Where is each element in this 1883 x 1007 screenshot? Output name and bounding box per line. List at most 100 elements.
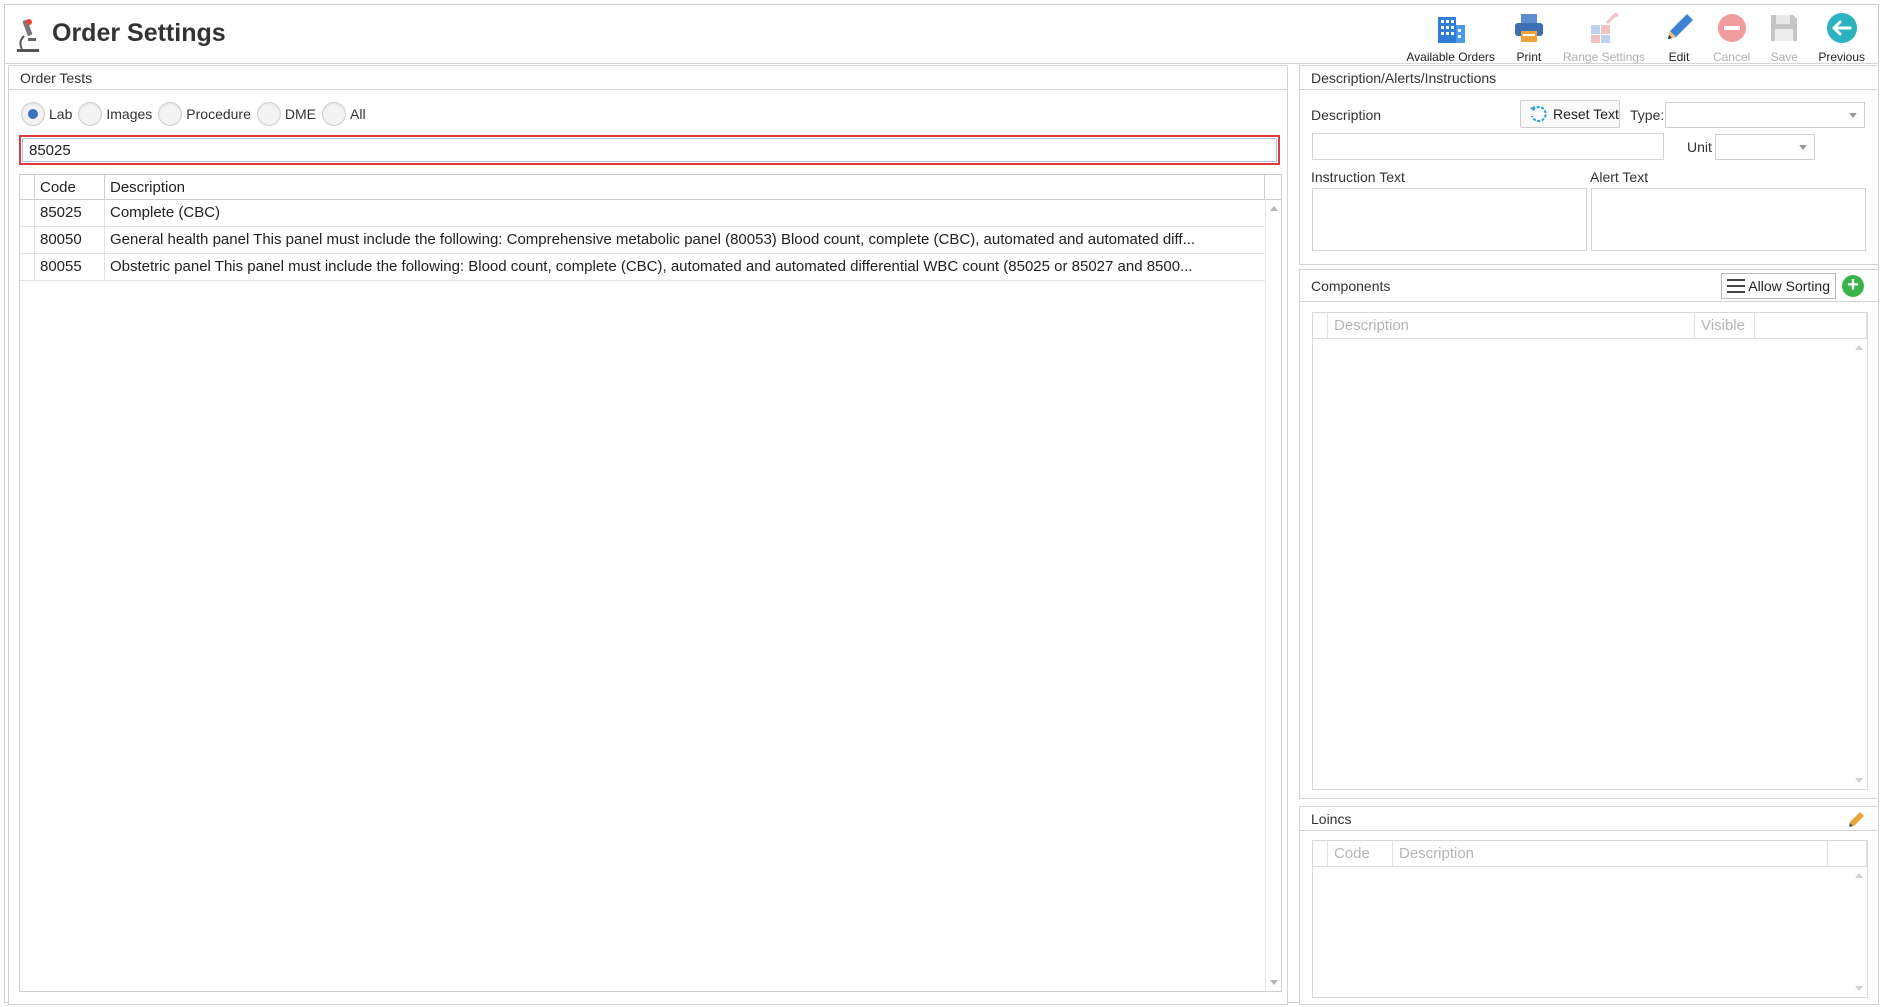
range-settings-label: Range Settings	[1562, 50, 1645, 64]
cell-code: 85025	[35, 200, 105, 226]
instruction-text-label: Instruction Text	[1311, 169, 1405, 185]
radio-dme[interactable]: DME	[256, 102, 316, 126]
column-header-description[interactable]: Description	[1393, 841, 1828, 866]
scroll-up-arrow[interactable]	[1855, 873, 1863, 878]
components-grid-header: Description Visible	[1313, 313, 1867, 339]
chevron-down-icon	[1849, 113, 1857, 118]
radio-indicator	[78, 102, 103, 126]
radio-label: All	[350, 106, 366, 122]
scroll-down-arrow[interactable]	[1855, 778, 1863, 783]
reset-icon	[1530, 106, 1547, 123]
row-indicator-header	[20, 175, 35, 199]
type-label: Type:	[1630, 107, 1665, 123]
cell-code: 80050	[35, 227, 105, 253]
radio-indicator	[21, 102, 45, 126]
radio-label: Procedure	[186, 106, 251, 122]
table-row[interactable]: 80055 Obstetric panel This panel must in…	[20, 254, 1265, 281]
radio-all[interactable]: All	[322, 102, 366, 126]
components-panel: Components Allow Sorting + Description V…	[1299, 269, 1879, 799]
floppy-icon	[1766, 10, 1802, 46]
row-indicator	[20, 200, 35, 226]
print-button[interactable]: Print	[1503, 6, 1555, 64]
save-label: Save	[1770, 50, 1798, 64]
loincs-title: Loincs	[1300, 807, 1878, 831]
alert-text-field[interactable]	[1591, 188, 1866, 251]
instruction-text-field[interactable]	[1312, 188, 1587, 251]
allow-sorting-label: Allow Sorting	[1748, 278, 1830, 294]
column-header-code[interactable]: Code	[1328, 841, 1393, 866]
order-tests-grid: Code Description 85025 Complete (CBC) 80…	[19, 174, 1282, 992]
loincs-grid-header: Code Description	[1313, 841, 1867, 867]
cancel-button[interactable]: Cancel	[1705, 6, 1758, 64]
header-scroll-spacer	[1265, 175, 1281, 199]
loincs-grid: Code Description	[1312, 840, 1868, 998]
order-tests-panel: Order Tests Lab Images Procedure DME All…	[8, 65, 1288, 1005]
range-settings-icon	[1586, 10, 1622, 46]
unit-label: Unit	[1687, 139, 1712, 155]
column-header-visible[interactable]: Visible	[1695, 313, 1755, 338]
row-indicator	[20, 254, 35, 280]
alert-text-label: Alert Text	[1590, 169, 1649, 185]
grid-header: Code Description	[20, 175, 1281, 200]
save-button[interactable]: Save	[1758, 6, 1810, 64]
allow-sorting-button[interactable]: Allow Sorting	[1721, 273, 1836, 299]
column-header-code[interactable]: Code	[35, 175, 105, 199]
reset-text-button[interactable]: Reset Text	[1520, 100, 1620, 128]
edit-loincs-pencil-icon[interactable]	[1846, 810, 1866, 830]
type-select[interactable]	[1665, 102, 1865, 128]
cell-description: General health panel This panel must inc…	[110, 231, 1196, 248]
row-indicator-header	[1313, 841, 1328, 866]
vertical-scrollbar[interactable]	[1851, 339, 1867, 789]
column-header-blank	[1828, 841, 1867, 866]
order-tests-title: Order Tests	[9, 66, 1287, 90]
toolbar: Available Orders Print Range Settings Ed…	[1398, 6, 1873, 64]
printer-icon	[1511, 10, 1547, 46]
column-header-description[interactable]: Description	[1328, 313, 1695, 338]
radio-indicator	[256, 102, 281, 126]
column-header-blank	[1755, 313, 1867, 338]
range-settings-button[interactable]: Range Settings	[1555, 6, 1653, 64]
test-type-filter: Lab Images Procedure DME All	[21, 102, 372, 126]
radio-indicator	[158, 102, 183, 126]
table-row[interactable]: 80050 General health panel This panel mu…	[20, 227, 1265, 254]
chevron-down-icon	[1799, 145, 1807, 150]
cancel-label: Cancel	[1712, 50, 1751, 64]
radio-label: DME	[284, 106, 316, 122]
vertical-scrollbar[interactable]	[1851, 867, 1867, 997]
page-title: Order Settings	[52, 19, 226, 47]
pencil-icon	[1661, 10, 1697, 46]
cell-description: Complete (CBC)	[110, 204, 221, 221]
scroll-down-arrow[interactable]	[1270, 980, 1278, 985]
column-header-description[interactable]: Description	[105, 175, 1265, 199]
vertical-scrollbar[interactable]	[1265, 200, 1281, 991]
scroll-up-arrow[interactable]	[1855, 345, 1863, 350]
header-bar: Order Settings Available Orders Print Ra…	[4, 4, 1879, 64]
edit-button[interactable]: Edit	[1653, 6, 1705, 64]
cancel-icon	[1714, 10, 1750, 46]
unit-select[interactable]	[1715, 134, 1815, 160]
available-orders-button[interactable]: Available Orders	[1398, 6, 1503, 64]
menu-lines-icon	[1727, 279, 1746, 293]
previous-button[interactable]: Previous	[1810, 6, 1873, 64]
radio-label: Lab	[49, 106, 73, 122]
components-grid: Description Visible	[1312, 312, 1868, 790]
search-input[interactable]	[19, 135, 1280, 165]
radio-indicator	[322, 102, 346, 126]
scroll-down-arrow[interactable]	[1855, 986, 1863, 991]
print-label: Print	[1516, 50, 1542, 64]
arrow-left-icon	[1824, 10, 1860, 46]
cell-code: 80055	[35, 254, 105, 280]
description-field[interactable]	[1312, 133, 1664, 160]
row-indicator	[20, 227, 35, 253]
radio-images[interactable]: Images	[78, 102, 152, 126]
row-indicator-header	[1313, 313, 1328, 338]
table-row[interactable]: 85025 Complete (CBC)	[20, 200, 1265, 227]
radio-lab[interactable]: Lab	[21, 102, 72, 126]
description-panel-title: Description/Alerts/Instructions	[1300, 66, 1878, 90]
add-component-button[interactable]: +	[1842, 275, 1864, 297]
cell-description: Obstetric panel This panel must include …	[110, 258, 1193, 275]
radio-procedure[interactable]: Procedure	[158, 102, 251, 126]
previous-label: Previous	[1818, 50, 1865, 64]
scroll-up-arrow[interactable]	[1270, 206, 1278, 211]
edit-label: Edit	[1668, 50, 1690, 64]
